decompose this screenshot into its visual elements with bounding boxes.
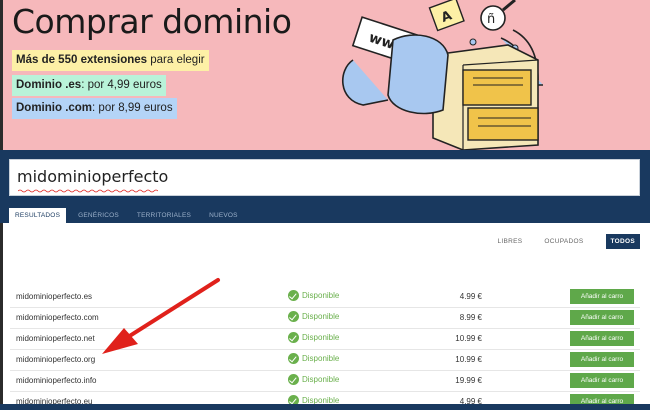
check-circle-icon — [288, 311, 299, 322]
add-to-cart-button[interactable]: Añadir al carro — [570, 289, 634, 304]
filter-todos[interactable]: TODOS — [605, 234, 640, 249]
availability-status: Disponible — [288, 374, 339, 385]
tab-nuevos[interactable]: NUEVOS — [203, 208, 244, 223]
feature-chip-extensions: Más de 550 extensiones para elegir — [12, 50, 209, 71]
search-input-value[interactable]: midominioperfecto — [17, 167, 168, 186]
domain-name: midominioperfecto.es — [16, 292, 92, 301]
tab-territoriales[interactable]: TERRITORIALES — [131, 208, 197, 223]
search-section: midominioperfecto RESULTADOS GENÉRICOS T… — [0, 150, 650, 223]
status-label: Disponible — [302, 333, 340, 342]
status-label: Disponible — [302, 354, 340, 363]
spellcheck-underline — [18, 189, 158, 193]
status-label: Disponible — [302, 375, 340, 384]
domain-search-input[interactable]: midominioperfecto — [9, 159, 640, 196]
result-row: midominioperfecto.es Disponible 4.99 € Añad… — [10, 286, 640, 308]
domain-base: midominioperfecto — [16, 292, 82, 301]
tab-resultados[interactable]: RESULTADOS — [9, 208, 67, 223]
domain-price: 10.99 € — [455, 334, 482, 343]
add-to-cart-button[interactable]: Añadir al carro — [570, 331, 634, 346]
domain-price: 10.99 € — [455, 355, 482, 364]
domain-name: midominioperfecto.net — [16, 334, 95, 343]
domain-base: midominioperfecto — [16, 376, 82, 385]
check-circle-icon — [288, 353, 299, 364]
domain-extension: .com — [81, 313, 99, 322]
feature-chip-com-price: Dominio .com: por 8,99 euros — [12, 98, 177, 119]
result-row: midominioperfecto.net Disponible 10.99 € Añ… — [10, 328, 640, 350]
feature-chip-es-price: Dominio .es: por 4,99 euros — [12, 75, 166, 96]
hero-banner: Comprar dominio Más de 550 extensiones p… — [0, 0, 650, 150]
domain-extension: .info — [81, 376, 97, 385]
domain-extension: .es — [81, 292, 93, 301]
availability-status: Disponible — [288, 353, 339, 364]
check-circle-icon — [288, 290, 299, 301]
domain-price: 8.99 € — [459, 313, 482, 322]
domain-name: midominioperfecto.com — [16, 313, 99, 322]
result-row: midominioperfecto.org Disponible 10.99 € Añ… — [10, 349, 640, 371]
filing-cabinet-illustration: www. A ñ — [341, 0, 543, 150]
domain-price: 4.99 € — [459, 292, 482, 301]
add-to-cart-button[interactable]: Añadir al carro — [570, 352, 634, 367]
tab-genericos[interactable]: GENÉRICOS — [72, 208, 125, 223]
availability-status: Disponible — [288, 332, 339, 343]
availability-status: Disponible — [288, 311, 339, 322]
availability-filters: LIBRES OCUPADOS TODOS — [475, 234, 640, 249]
domain-base: midominioperfecto — [16, 355, 82, 364]
check-circle-icon — [288, 374, 299, 385]
bottom-edge — [0, 404, 650, 410]
add-to-cart-button[interactable]: Añadir al carro — [570, 373, 634, 388]
page-title: Comprar dominio — [12, 2, 292, 41]
svg-text:ñ: ñ — [487, 12, 495, 27]
add-to-cart-button[interactable]: Añadir al carro — [570, 310, 634, 325]
status-label: Disponible — [302, 291, 340, 300]
result-row: midominioperfecto.info Disponible 19.99 € A… — [10, 370, 640, 392]
status-label: Disponible — [302, 312, 340, 321]
domain-extension: .org — [81, 355, 96, 364]
result-tabs: RESULTADOS GENÉRICOS TERRITORIALES NUEVO… — [9, 208, 250, 223]
domain-extension: .net — [81, 334, 95, 343]
availability-status: Disponible — [288, 290, 339, 301]
check-circle-icon — [288, 332, 299, 343]
result-row: midominioperfecto.com Disponible 8.99 € Aña… — [10, 307, 640, 329]
filter-libres[interactable]: LIBRES — [497, 238, 522, 245]
domain-base: midominioperfecto — [16, 334, 82, 343]
domain-name: midominioperfecto.info — [16, 376, 97, 385]
domain-price: 19.99 € — [455, 376, 482, 385]
filter-ocupados[interactable]: OCUPADOS — [544, 238, 583, 245]
domain-base: midominioperfecto — [16, 313, 82, 322]
domain-name: midominioperfecto.org — [16, 355, 95, 364]
